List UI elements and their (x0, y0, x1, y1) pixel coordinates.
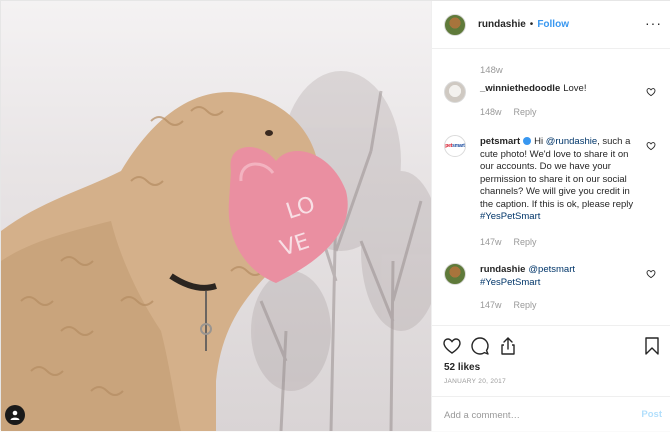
commenter-avatar[interactable]: petsmart (444, 135, 466, 157)
follow-button[interactable]: Follow (537, 19, 569, 30)
previous-comment-age: 148w (480, 65, 503, 76)
likes-count[interactable]: 52 likes (444, 362, 480, 373)
author-avatar[interactable] (444, 13, 466, 36)
comment-username[interactable]: rundashie (480, 264, 525, 275)
comment-body: _winniethedoodle Love! (480, 83, 640, 96)
hashtag-link[interactable]: #YesPetSmart (480, 211, 540, 222)
post-comment-button[interactable]: Post (641, 409, 662, 420)
comment-username[interactable]: _winniethedoodle (480, 83, 560, 94)
post-date[interactable]: JANUARY 20, 2017 (444, 378, 506, 385)
comment-meta: 148w Reply (480, 107, 549, 117)
mention-link[interactable]: @petsmart (528, 264, 575, 275)
add-comment-bar: Post (432, 396, 670, 432)
like-comment-heart-icon[interactable] (646, 269, 656, 279)
reply-button[interactable]: Reply (514, 300, 537, 310)
author-username[interactable]: rundashie (478, 19, 526, 30)
dog-photo-illustration: LO VE (1, 71, 431, 431)
comment-meta: 147w Reply (480, 237, 549, 247)
like-heart-icon[interactable] (442, 336, 462, 356)
reply-button[interactable]: Reply (514, 107, 537, 117)
save-bookmark-icon[interactable] (642, 336, 662, 356)
comment-text: Love! (563, 83, 587, 94)
like-comment-heart-icon[interactable] (646, 141, 656, 151)
post-header: rundashie • Follow ··· (432, 1, 670, 49)
reply-button[interactable]: Reply (514, 237, 537, 247)
hashtag-link[interactable]: #YesPetSmart (480, 277, 540, 288)
comment-age: 147w (480, 237, 502, 247)
comment-age: 148w (480, 107, 502, 117)
comment-bubble-icon[interactable] (470, 336, 490, 356)
add-comment-input[interactable] (444, 406, 634, 424)
like-comment-heart-icon[interactable] (646, 87, 656, 97)
post-actions: 52 likes JANUARY 20, 2017 Post (432, 325, 670, 431)
instagram-post: LO VE rundashie • Follow ··· 148w _winni (0, 0, 670, 431)
post-photo[interactable]: LO VE (1, 1, 431, 431)
header-separator: • (529, 19, 534, 30)
share-icon[interactable] (498, 336, 518, 356)
comment-body: petsmart Hi @rundashie, such a cute photo… (480, 136, 634, 222)
comment-item: petsmart petsmart Hi @rundashie, such a c… (444, 135, 660, 255)
comment-item: rundashie @petsmart #YesPetSmart 147w Reply (444, 263, 660, 315)
petsmart-logo: petsmart (445, 143, 465, 149)
comment-username[interactable]: petsmart (480, 136, 520, 147)
verified-badge-icon (523, 137, 532, 145)
comment-body: rundashie @petsmart #YesPetSmart (480, 264, 640, 289)
post-side-panel: rundashie • Follow ··· 148w _winniethedo… (431, 1, 670, 431)
commenter-avatar[interactable] (444, 263, 466, 285)
commenter-avatar[interactable] (444, 81, 466, 103)
comment-meta: 147w Reply (480, 300, 549, 310)
comment-item: _winniethedoodle Love! 148w Reply (444, 81, 660, 121)
tagged-users-icon[interactable] (5, 405, 25, 425)
mention-link[interactable]: @rundashie (546, 136, 597, 147)
comment-age: 147w (480, 300, 502, 310)
comments-list[interactable]: 148w _winniethedoodle Love! 148w Reply pet… (432, 49, 670, 325)
more-options-icon[interactable]: ··· (645, 16, 662, 30)
